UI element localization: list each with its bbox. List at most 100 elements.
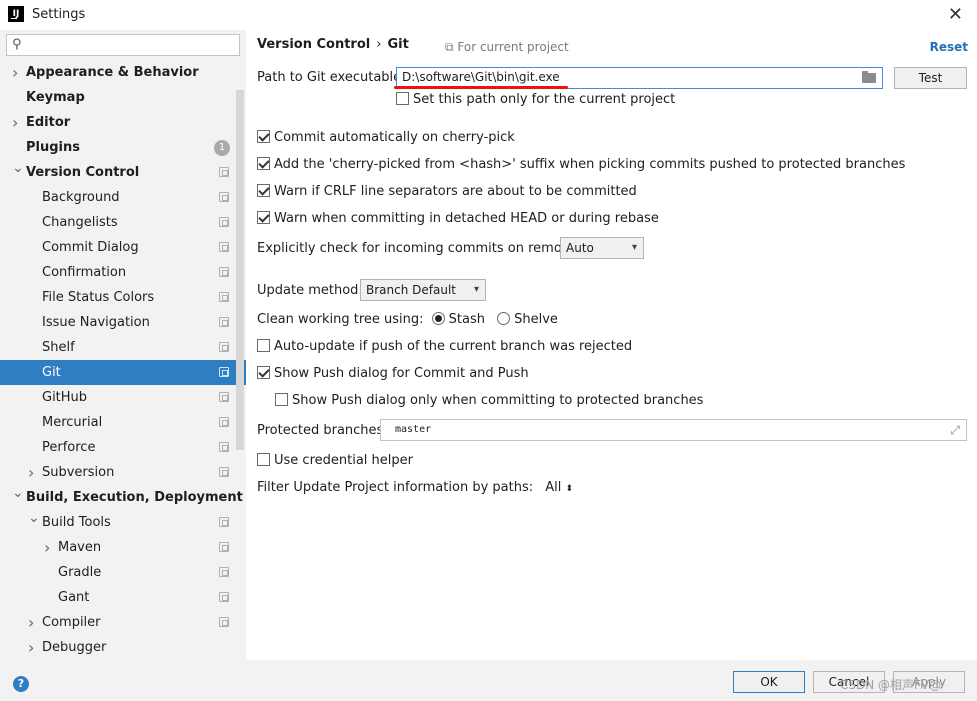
sidebar-item-version-control[interactable]: ⌄ Version Control [0,160,246,185]
chevron-down-icon[interactable]: ⌄ [12,481,24,506]
sidebar-item-gradle[interactable]: Gradle [0,560,246,585]
sidebar-item-shelf[interactable]: Shelf [0,335,246,360]
sidebar-item-perforce[interactable]: Perforce [0,435,246,460]
protected-branches-label: Protected branches: [257,423,388,438]
sidebar-item-plugins[interactable]: Plugins 1 [0,135,246,160]
update-method-label: Update method: [257,283,363,298]
breadcrumb-parent[interactable]: Version Control [257,37,370,52]
credential-helper-row[interactable]: Use credential helper [257,453,413,468]
sidebar-item-label: Background [42,190,120,205]
breadcrumb-current: Git [387,37,409,52]
sidebar-item-gant[interactable]: Gant [0,585,246,610]
chevron-right-icon[interactable]: › [28,460,34,485]
sidebar-item-debugger[interactable]: › Debugger [0,635,246,660]
for-project-text: For current project [457,40,569,54]
sidebar-item-mercurial[interactable]: Mercurial [0,410,246,435]
warn-crlf-checkbox[interactable] [257,184,270,197]
sidebar-item-label: File Status Colors [42,290,155,305]
sidebar-item-keymap[interactable]: Keymap [0,85,246,110]
warn-crlf-row[interactable]: Warn if CRLF line separators are about t… [257,184,637,199]
update-method-value: Branch Default [366,283,456,297]
auto-update-label: Auto-update if push of the current branc… [274,339,633,354]
sidebar-item-commit-dialog[interactable]: Commit Dialog [0,235,246,260]
sidebar-item-git[interactable]: Git [0,360,246,385]
reset-link[interactable]: Reset [930,40,968,54]
sidebar-item-github[interactable]: GitHub [0,385,246,410]
show-push-protected-checkbox[interactable] [275,393,288,406]
settings-sidebar: ⚲ › Appearance & Behavior Keymap › Editor Plu… [0,30,246,660]
sidebar-item-label: Mercurial [42,415,103,430]
incoming-commits-dropdown[interactable]: Auto ▾ [560,237,644,259]
protected-branches-field[interactable]: master ⤢ [380,419,967,441]
test-button[interactable]: Test [894,67,967,89]
project-scope-icon [219,392,229,402]
sidebar-scrollbar[interactable] [236,90,244,450]
chevron-right-icon[interactable]: › [28,610,34,635]
warn-crlf-label: Warn if CRLF line separators are about t… [274,184,637,199]
show-push-checkbox[interactable] [257,366,270,379]
sidebar-item-file-status-colors[interactable]: File Status Colors [0,285,246,310]
credential-helper-checkbox[interactable] [257,453,270,466]
warn-detached-checkbox[interactable] [257,211,270,224]
sidebar-item-maven[interactable]: › Maven [0,535,246,560]
project-scope-icon [219,192,229,202]
sidebar-item-subversion[interactable]: › Subversion [0,460,246,485]
settings-search[interactable]: ⚲ [6,34,240,56]
show-push-row[interactable]: Show Push dialog for Commit and Push [257,366,529,381]
chevron-right-icon[interactable]: › [12,110,18,135]
sidebar-item-background[interactable]: Background [0,185,246,210]
project-only-checkbox[interactable] [396,92,409,105]
git-settings-panel: Version Control › Git ⧉ For current projec… [246,30,977,660]
chevron-down-icon[interactable]: ⌄ [28,506,40,531]
for-current-project-note: ⧉ For current project [445,40,569,55]
chevron-right-icon[interactable]: › [12,60,18,85]
shelve-radio[interactable] [497,312,511,325]
chevron-down-icon[interactable]: ⌄ [12,156,24,181]
chevron-right-icon[interactable]: › [28,635,34,660]
project-scope-icon [219,417,229,427]
sidebar-item-editor[interactable]: › Editor [0,110,246,135]
auto-update-checkbox[interactable] [257,339,270,352]
project-scope-icon [219,367,229,377]
expand-icon[interactable]: ⤢ [950,423,960,438]
sidebar-item-appearance-behavior[interactable]: › Appearance & Behavior [0,60,246,85]
filter-paths-dropdown[interactable]: All ⬍ [545,480,573,495]
sidebar-item-build-tools[interactable]: ⌄ Build Tools [0,510,246,535]
project-only-row[interactable]: Set this path only for the current proje… [396,92,675,107]
sidebar-item-label: Perforce [42,440,96,455]
close-icon[interactable]: ✕ [948,4,963,25]
project-scope-icon [219,342,229,352]
sidebar-item-issue-navigation[interactable]: Issue Navigation [0,310,246,335]
update-count-badge: 1 [214,140,230,156]
auto-update-row[interactable]: Auto-update if push of the current branc… [257,339,632,354]
search-input[interactable] [29,37,234,53]
cherry-suffix-checkbox[interactable] [257,157,270,170]
title-bar: IJ Settings ✕ [0,0,977,30]
shelve-option[interactable]: Shelve [497,312,558,327]
sidebar-item-changelists[interactable]: Changelists [0,210,246,235]
sidebar-item-label: Build Tools [42,515,111,530]
show-push-protected-row[interactable]: Show Push dialog only when committing to… [275,393,703,408]
cherry-pick-checkbox[interactable] [257,130,270,143]
sidebar-item-compiler[interactable]: › Compiler [0,610,246,635]
project-scope-icon [219,617,229,627]
update-method-dropdown[interactable]: Branch Default ▾ [360,279,486,301]
chevron-right-icon[interactable]: › [44,535,50,560]
cherry-suffix-row[interactable]: Add the 'cherry-picked from <hash>' suff… [257,157,905,172]
sidebar-item-label: Confirmation [42,265,127,280]
sidebar-item-label: Gant [58,590,90,605]
stash-radio[interactable] [431,312,445,325]
cherry-pick-row[interactable]: Commit automatically on cherry-pick [257,130,515,145]
stash-option[interactable]: Stash [431,312,485,327]
sidebar-item-label: Editor [26,115,71,130]
project-scope-icon [219,517,229,527]
help-icon[interactable]: ? [13,676,29,692]
ok-button[interactable]: OK [733,671,805,693]
warn-detached-row[interactable]: Warn when committing in detached HEAD or… [257,211,659,226]
sidebar-item-label: Appearance & Behavior [26,65,199,80]
project-scope-icon [219,292,229,302]
sidebar-item-confirmation[interactable]: Confirmation [0,260,246,285]
folder-icon[interactable] [862,71,876,83]
sidebar-item-label: Issue Navigation [42,315,150,330]
sidebar-item-label: Subversion [42,465,115,480]
